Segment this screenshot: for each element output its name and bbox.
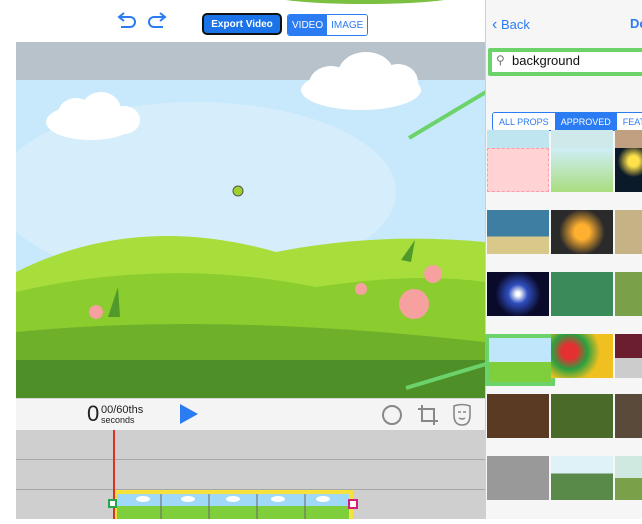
clip-end-handle[interactable] bbox=[348, 499, 358, 509]
thumbnail[interactable] bbox=[551, 272, 613, 316]
back-button[interactable]: ‹ Back bbox=[492, 16, 530, 34]
mode-video-tab[interactable]: VIDEO bbox=[288, 15, 328, 35]
tab-all-props[interactable]: ALL PROPS bbox=[493, 113, 555, 130]
thumbnail[interactable] bbox=[551, 334, 613, 378]
time-fraction: 00/60ths bbox=[101, 404, 144, 416]
tab-featured[interactable]: FEATU bbox=[616, 113, 642, 130]
search-input[interactable]: background bbox=[512, 53, 580, 68]
clip-start-handle[interactable] bbox=[108, 499, 117, 508]
undo-icon[interactable] bbox=[116, 10, 138, 32]
mask-icon[interactable] bbox=[452, 403, 472, 432]
left-gutter bbox=[0, 0, 16, 519]
thumbnail[interactable] bbox=[615, 334, 642, 378]
thumbnail[interactable] bbox=[487, 272, 549, 316]
crop-icon[interactable] bbox=[416, 403, 440, 432]
thumbnail[interactable] bbox=[487, 210, 549, 254]
time-seconds: 0 bbox=[87, 401, 100, 426]
thumbnail[interactable] bbox=[615, 272, 642, 316]
time-unit: seconds bbox=[101, 415, 135, 425]
tab-approved[interactable]: APPROVED bbox=[554, 113, 617, 130]
thumbnail[interactable] bbox=[551, 394, 613, 438]
thumbnail[interactable] bbox=[551, 210, 613, 254]
thumbnail[interactable] bbox=[487, 148, 549, 192]
search-icon: ⚲ bbox=[496, 53, 505, 67]
thumbnail-grid bbox=[485, 130, 642, 519]
mode-image-tab[interactable]: IMAGE bbox=[327, 15, 368, 35]
done-button[interactable]: Do bbox=[630, 16, 642, 31]
thumbnail[interactable] bbox=[615, 394, 642, 438]
thumbnail[interactable] bbox=[551, 456, 613, 500]
play-icon[interactable] bbox=[180, 404, 198, 424]
timeline-clip[interactable] bbox=[113, 490, 353, 519]
thumbnail[interactable] bbox=[551, 148, 613, 192]
thumbnail[interactable] bbox=[615, 456, 642, 500]
thumbnail[interactable] bbox=[615, 210, 642, 254]
filter-tabs: ALL PROPS APPROVED FEATU bbox=[492, 112, 642, 131]
chevron-left-icon: ‹ bbox=[492, 16, 498, 33]
back-label: Back bbox=[500, 17, 530, 32]
thumbnail[interactable] bbox=[487, 394, 549, 438]
scene-canvas[interactable] bbox=[16, 42, 485, 398]
export-video-button[interactable]: Export Video bbox=[202, 13, 282, 35]
thumbnail[interactable] bbox=[615, 148, 642, 192]
time-readout: 00/60ths seconds bbox=[101, 404, 144, 426]
mode-segmented-control: VIDEO IMAGE bbox=[287, 14, 369, 36]
redo-icon[interactable] bbox=[146, 10, 168, 32]
circle-icon[interactable] bbox=[381, 404, 403, 431]
thumbnail[interactable] bbox=[487, 456, 549, 500]
thumbnail-selected[interactable] bbox=[485, 334, 555, 386]
